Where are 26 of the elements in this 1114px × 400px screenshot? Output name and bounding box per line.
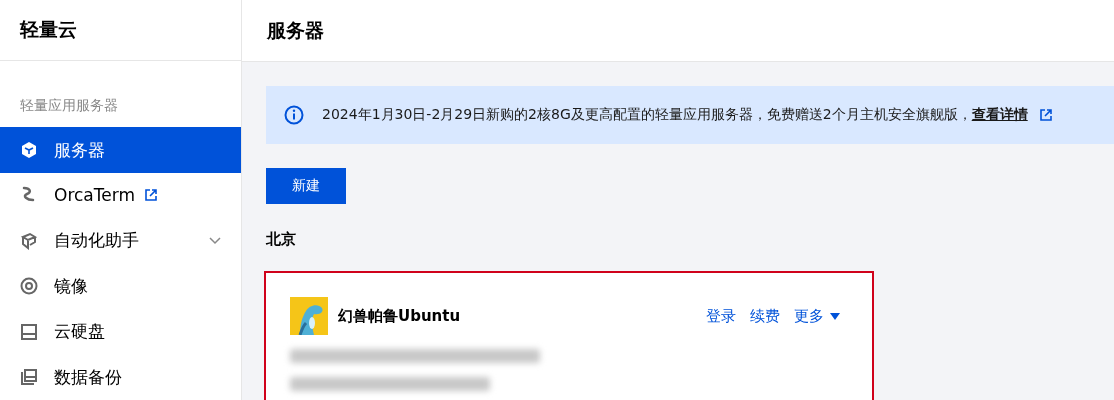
external-link-icon[interactable] [144,189,157,202]
notice-text: 2024年1月30日-2月29日新购的2核8G及更高配置的轻量应用服务器，免费赠送2个月主机安全旗舰版，查看详情 [322,106,1029,124]
sidebar-item[interactable]: OrcaTerm [0,172,241,219]
caret-icon [830,312,840,320]
new-button[interactable]: 新建 [266,168,346,204]
disc-icon [20,277,38,296]
chevron-down-icon[interactable] [209,236,221,245]
sidebar-item[interactable]: 自动化助手 [0,218,241,264]
info-icon [284,105,304,125]
action-link[interactable]: 续费 [750,306,780,326]
sidebar-item[interactable]: 数据备份 [0,354,241,400]
sidebar-item[interactable]: 云硬盘 [0,309,241,355]
region-label: 北京 [266,230,296,249]
disk-stack-icon [20,368,38,387]
section-label: 轻量应用服务器 [20,97,118,114]
cube-icon [20,141,38,159]
app-title: 轻量云 [20,17,77,43]
action-link[interactable]: 登录 [706,306,736,326]
box-icon [20,231,38,250]
sidebar-item[interactable]: 镜像 [0,263,241,310]
page-title: 服务器 [267,17,324,43]
details-link[interactable]: 查看详情 [971,106,1028,122]
external-link-icon[interactable] [1039,109,1052,121]
sidebar-item[interactable]: 服务器 [0,127,241,173]
instance-name: 幻兽帕鲁Ubuntu [338,306,462,326]
more-menu[interactable]: 更多 [794,306,840,326]
